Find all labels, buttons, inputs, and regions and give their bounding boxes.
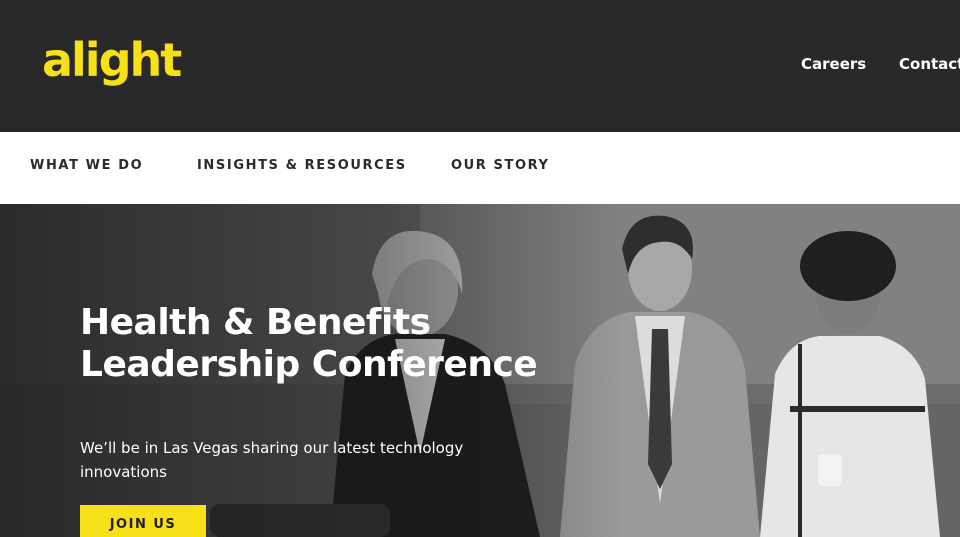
careers-link[interactable]: Careers xyxy=(801,54,866,74)
hero-banner: Health & Benefits Leadership Conference … xyxy=(0,204,960,537)
nav-item-what-we-do[interactable]: WHAT WE DO xyxy=(30,157,143,175)
contact-link[interactable]: Contact xyxy=(899,54,960,74)
nav-item-insights-resources[interactable]: INSIGHTS & RESOURCES xyxy=(197,157,407,175)
hero-title: Health & Benefits Leadership Conference xyxy=(80,302,538,385)
top-header: alight Careers Contact xyxy=(0,0,960,132)
nav-item-our-story[interactable]: OUR STORY xyxy=(451,157,550,175)
main-navigation: WHAT WE DO INSIGHTS & RESOURCES OUR STOR… xyxy=(0,132,960,204)
alight-logo[interactable]: alight xyxy=(42,30,182,90)
join-us-button[interactable]: JOIN US xyxy=(80,505,206,537)
hero-subtitle: We’ll be in Las Vegas sharing our latest… xyxy=(80,439,464,481)
